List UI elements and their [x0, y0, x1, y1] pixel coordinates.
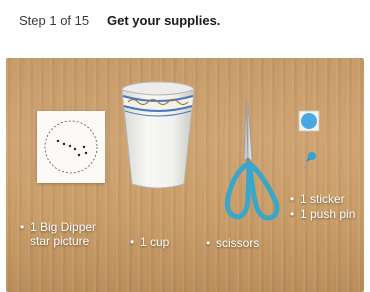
- supply-label-push-pin: • 1 push pin: [290, 207, 356, 221]
- step-title: Get your supplies.: [107, 13, 221, 28]
- supply-label-star-picture: • 1 Big Dipper star picture: [20, 220, 97, 248]
- step-counter: Step 1 of 15: [19, 13, 90, 28]
- supplies-photo: • 1 Big Dipper star picture • 1 cup • sciss…: [6, 58, 364, 292]
- push-pin-icon: [303, 152, 316, 170]
- supply-label-cup: • 1 cup: [130, 235, 170, 249]
- paper-cup-icon: [121, 81, 195, 189]
- sticker-icon: [298, 110, 320, 132]
- step-header: Step 1 of 15 Get your supplies.: [0, 0, 370, 50]
- supply-label-scissors: • scissors: [206, 236, 260, 250]
- star-picture-card: [37, 111, 105, 183]
- supply-label-sticker: • 1 sticker: [290, 192, 345, 206]
- scissors-icon: [224, 99, 280, 221]
